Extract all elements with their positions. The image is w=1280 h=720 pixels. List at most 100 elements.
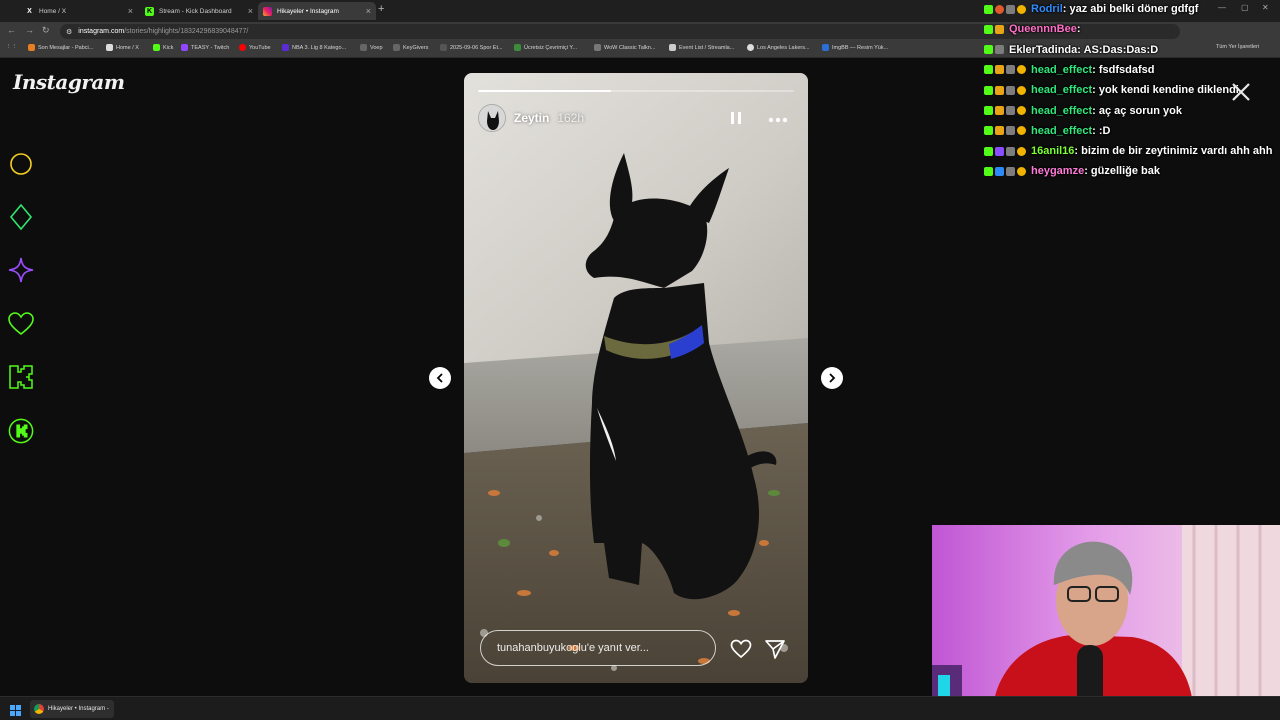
tab-close-icon[interactable]: × [366, 6, 371, 16]
bookmark-item[interactable]: ImgBB — Resim Yük... [822, 44, 888, 51]
bookmark-item[interactable]: Event List / Streamla... [669, 44, 734, 51]
taskbar: Hikayeler • Instagram - [0, 696, 1280, 720]
tab-home-x[interactable]: X Home / X × [20, 2, 138, 20]
bookmark-item[interactable]: Ücretsiz Çevrimiçi Y... [514, 44, 577, 51]
chat-username[interactable]: head_effect [1031, 125, 1092, 137]
tab-instagram[interactable]: Hikayeler • Instagram × [258, 2, 376, 20]
story-progress-fill [478, 90, 611, 92]
more-icon[interactable] [768, 110, 788, 124]
story-progress-bar [478, 90, 794, 92]
chat-badge-icon [1017, 166, 1026, 176]
bookmark-label: 2025-09-06 Spor Et... [450, 44, 503, 51]
tab-kick-dashboard[interactable]: K Stream - Kick Dashboard × [140, 2, 258, 20]
chat-badge-icon [984, 166, 993, 176]
bookmark-label: Ücretsiz Çevrimiçi Y... [524, 44, 577, 51]
bookmark-item[interactable]: 2025-09-06 Spor Et... [440, 44, 503, 51]
circle-icon[interactable] [8, 151, 34, 177]
chat-message: head_effect: aç aç sorun yok [984, 102, 1182, 120]
chat-message: QueennnBee: [984, 20, 1081, 38]
tab-close-icon[interactable]: × [128, 6, 133, 16]
instagram-logo[interactable]: Instagram [13, 70, 125, 94]
bookmark-item[interactable]: Son Mesajlar - Pabci... [28, 44, 93, 51]
apps-icon[interactable]: ⋮⋮ [6, 44, 17, 50]
url-path: /stories/highlights/18324296839048477/ [124, 28, 249, 35]
chat-badge-icon [984, 65, 993, 75]
chat-text: : yaz abi belki döner gdfgf [1062, 3, 1199, 15]
send-icon[interactable] [764, 638, 786, 660]
bookmark-label: Son Mesajlar - Pabci... [38, 44, 94, 51]
bookmark-label: Kick [163, 44, 174, 51]
chat-badge-icon [995, 45, 1004, 55]
chat-username[interactable]: 16anil16 [1031, 145, 1074, 157]
story-viewer[interactable]: Zeytin 162h [464, 73, 808, 683]
dog-avatar-icon [479, 105, 505, 131]
chrome-icon [34, 704, 44, 714]
kick-k-icon[interactable] [8, 364, 34, 390]
like-heart-icon[interactable] [730, 639, 752, 659]
previous-story-button[interactable] [429, 367, 451, 389]
new-tab-button[interactable]: + [378, 3, 384, 15]
bookmark-item[interactable]: KeyGivers [393, 44, 428, 51]
bookmark-item[interactable]: Voep [360, 44, 383, 51]
chat-badge-icon [1006, 85, 1015, 95]
heart-icon[interactable] [8, 311, 34, 337]
chat-badge-icon [1006, 65, 1015, 75]
windows-start-icon[interactable] [10, 703, 21, 716]
bookmark-item[interactable]: Kick [153, 44, 173, 51]
story-photo-dog [464, 73, 808, 683]
bookmark-label: ImgBB — Resim Yük... [832, 44, 889, 51]
chat-message: Rodril: yaz abi belki döner gdfgf [984, 0, 1198, 18]
url-host: instagram.com [78, 28, 125, 35]
back-icon[interactable]: ← [7, 25, 16, 35]
chat-username[interactable]: head_effect [1031, 84, 1092, 96]
bookmark-item[interactable]: WoW Classic Talkn... [594, 44, 655, 51]
bookmark-item[interactable]: Los Angeles Lakers... [747, 44, 810, 51]
forward-icon[interactable]: → [25, 25, 34, 35]
chat-username[interactable]: Rodril [1031, 3, 1063, 15]
bookmark-item[interactable]: NBA 3. Lig 8 Katego... [282, 44, 346, 51]
diamond-icon[interactable] [8, 204, 34, 230]
bookmark-item[interactable]: TEASY - Twitch [181, 44, 229, 51]
next-story-button[interactable] [821, 367, 843, 389]
kick-badge-icon[interactable] [8, 418, 34, 444]
streamer-webcam-image [932, 525, 1280, 720]
pause-icon[interactable] [730, 111, 742, 125]
sparkle-icon[interactable] [8, 257, 34, 283]
chat-badge-icon [995, 106, 1004, 115]
chat-message: head_effect: :D [984, 122, 1110, 140]
chat-text: : aç aç sorun yok [1092, 104, 1183, 117]
chat-message: 16anil16: bizim de bir zeytinimiz vardı … [984, 142, 1272, 160]
bookmark-label: KeyGivers [403, 44, 429, 51]
chat-username[interactable]: QueennnBee [1009, 23, 1077, 35]
bookmark-item[interactable]: YouTube [239, 44, 271, 51]
chat-message: head_effect: fsdfsdafsd [984, 61, 1154, 79]
chat-badge-icon [1006, 146, 1015, 156]
chat-badge-icon [1017, 4, 1026, 14]
close-icon[interactable] [1230, 81, 1252, 103]
story-timestamp: 162h [557, 111, 585, 125]
story-username[interactable]: Zeytin [514, 111, 549, 125]
story-reply-input[interactable] [480, 630, 716, 666]
chat-username[interactable]: head_effect [1031, 105, 1092, 117]
taskbar-chrome-window[interactable]: Hikayeler • Instagram - [30, 700, 114, 718]
chat-badge-icon [995, 146, 1004, 156]
site-info-icon[interactable]: ⚙ [66, 28, 72, 36]
bookmark-label: TEASY - Twitch [191, 44, 230, 51]
chat-badge-icon [984, 4, 993, 14]
chat-text: : [1076, 23, 1081, 36]
bookmark-item[interactable]: Home / X [106, 44, 139, 51]
reload-icon[interactable]: ↻ [42, 25, 50, 36]
bookmark-label: Los Angeles Lakers... [757, 44, 810, 51]
chat-username[interactable]: EklerTadinda [1009, 44, 1077, 56]
tab-close-icon[interactable]: × [248, 6, 253, 16]
chat-badge-icon [1006, 166, 1015, 176]
chat-badge-icon [984, 146, 993, 156]
chat-username[interactable]: head_effect [1031, 64, 1092, 76]
chat-text: : güzelliğe bak [1084, 165, 1160, 178]
avatar[interactable] [478, 104, 506, 132]
chat-badge-icon [995, 166, 1004, 176]
chat-username[interactable]: heygamze [1031, 165, 1084, 177]
webcam-feed [932, 525, 1280, 720]
chevron-left-icon [436, 373, 443, 383]
chat-text: : fsdfsdafsd [1092, 63, 1155, 76]
